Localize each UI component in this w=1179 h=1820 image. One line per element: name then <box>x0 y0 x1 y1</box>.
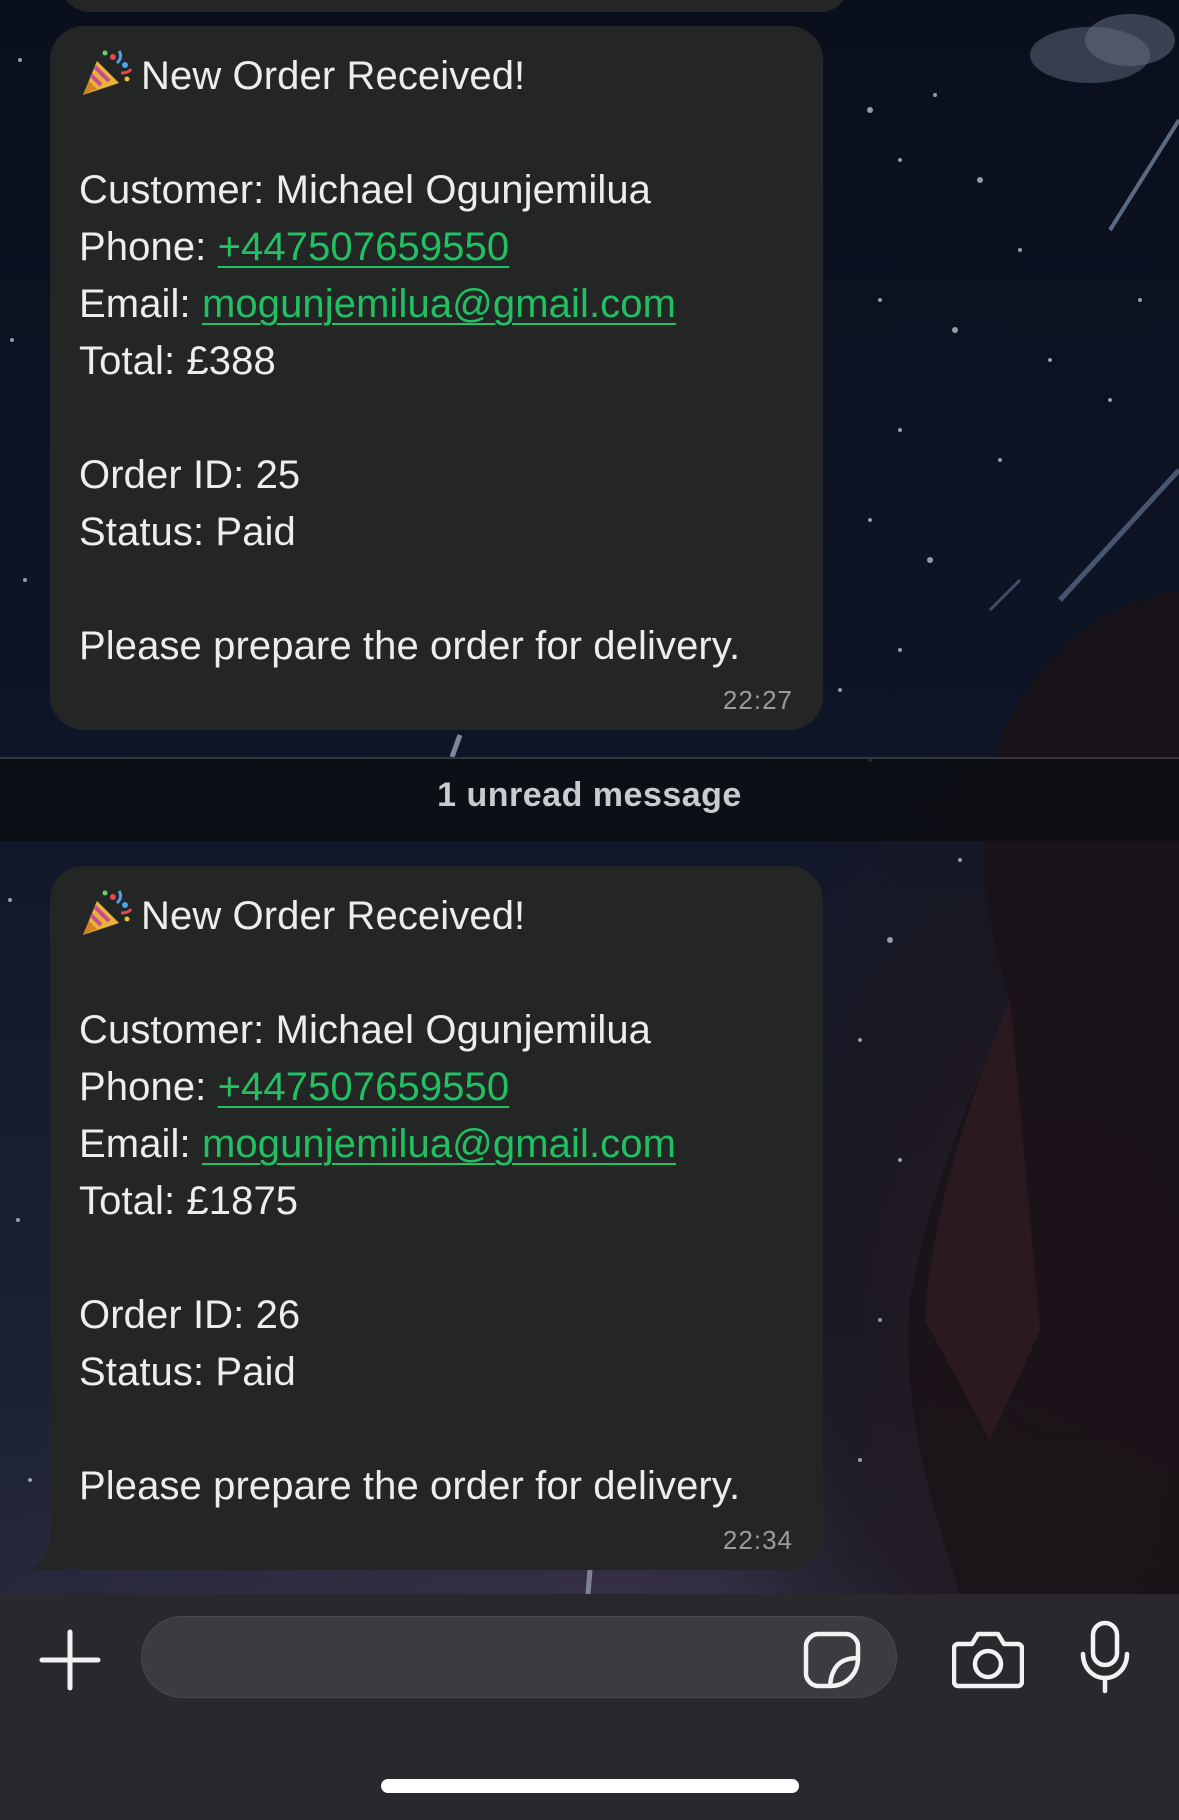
party-popper-icon <box>83 50 133 95</box>
order-total: Total: £1875 <box>79 1179 299 1223</box>
email-link[interactable]: mogunjemilua@gmail.com <box>202 1122 676 1166</box>
order-id: Order ID: 26 <box>79 1293 301 1337</box>
phone-link[interactable]: +447507659550 <box>218 1065 510 1109</box>
message-timestamp: 22:34 <box>722 1525 793 1555</box>
message-title-line: New Order Received! <box>79 48 793 105</box>
plus-icon[interactable] <box>36 1626 104 1694</box>
email-label: Email: <box>79 282 202 326</box>
email-label: Email: <box>79 1122 202 1166</box>
message-title-line: New Order Received! <box>79 888 793 945</box>
order-status: Status: Paid <box>79 1350 296 1394</box>
order-instruction: Please prepare the order for delivery. <box>79 624 741 668</box>
customer-name: Customer: Michael Ogunjemilua <box>79 1008 652 1052</box>
message-bubble[interactable]: New Order Received! Customer: Michael Og… <box>50 866 823 1570</box>
order-id: Order ID: 25 <box>79 453 301 497</box>
order-instruction: Please prepare the order for delivery. <box>79 1464 741 1508</box>
unread-count-label: 1 unread message <box>437 776 742 814</box>
message-timestamp: 22:27 <box>722 685 793 715</box>
camera-icon[interactable] <box>952 1628 1024 1690</box>
phone-line: Phone: +447507659550 <box>79 219 793 276</box>
email-line: Email: mogunjemilua@gmail.com <box>79 1116 793 1173</box>
phone-link[interactable]: +447507659550 <box>218 225 510 269</box>
order-total: Total: £388 <box>79 339 276 383</box>
home-indicator[interactable] <box>381 1779 799 1793</box>
unread-messages-divider: 1 unread message <box>0 757 1179 841</box>
message-title: New Order Received! <box>141 54 526 98</box>
email-line: Email: mogunjemilua@gmail.com <box>79 276 793 333</box>
phone-label: Phone: <box>79 225 218 269</box>
message-bubble[interactable]: New Order Received! Customer: Michael Og… <box>50 26 823 730</box>
sticker-icon[interactable] <box>802 1630 862 1690</box>
message-title: New Order Received! <box>141 894 526 938</box>
previous-message-bubble-edge <box>60 0 850 12</box>
customer-name: Customer: Michael Ogunjemilua <box>79 168 652 212</box>
party-popper-icon <box>83 890 133 935</box>
message-input[interactable] <box>141 1616 897 1698</box>
email-link[interactable]: mogunjemilua@gmail.com <box>202 282 676 326</box>
phone-line: Phone: +447507659550 <box>79 1059 793 1116</box>
order-status: Status: Paid <box>79 510 296 554</box>
phone-label: Phone: <box>79 1065 218 1109</box>
message-composer <box>0 1594 1179 1820</box>
microphone-icon[interactable] <box>1078 1620 1132 1694</box>
